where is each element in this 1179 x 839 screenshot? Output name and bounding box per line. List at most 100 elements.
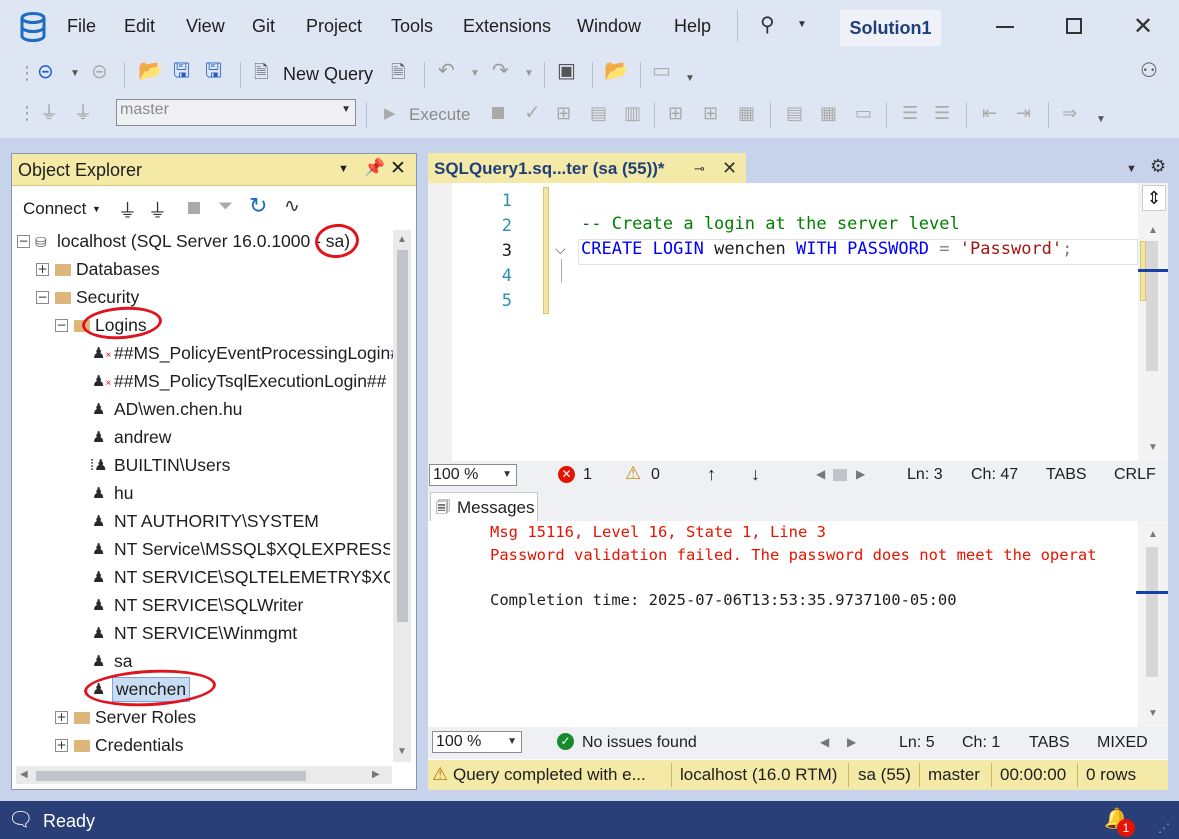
expand-server-roles-icon[interactable]: + [55, 711, 68, 724]
line-ending-indicator[interactable]: MIXED [1097, 734, 1148, 752]
results-to-text-icon[interactable]: ▤ [786, 102, 803, 124]
collapse-region-icon[interactable]: ⌵ [555, 241, 566, 258]
query-options-icon[interactable]: ▤ [590, 102, 607, 124]
login-item[interactable]: BUILTIN\Users [114, 455, 230, 476]
split-editor-icon[interactable]: ⇕ [1142, 185, 1166, 211]
collapse-logins-icon[interactable]: − [55, 319, 68, 332]
comment-icon[interactable]: ☰ [902, 102, 918, 124]
warning-icon[interactable]: ⚠ [625, 463, 641, 484]
scroll-up-icon[interactable]: ▲ [397, 234, 407, 245]
live-share-icon[interactable]: ⚇ [1140, 60, 1158, 82]
tree-server-roles[interactable]: Server Roles [95, 707, 196, 728]
scrollbar-thumb[interactable] [1146, 241, 1158, 371]
tabs-indicator[interactable]: TABS [1046, 466, 1087, 484]
search-dropdown-icon[interactable]: ▼ [797, 19, 807, 30]
menu-view[interactable]: View [186, 16, 225, 37]
toolbar-overflow-icon[interactable]: ▼ [685, 68, 695, 90]
window-layout-icon[interactable]: ▭ [652, 60, 671, 82]
scrollbar-thumb[interactable] [397, 250, 408, 622]
settings-gear-icon[interactable]: ⚙ [1150, 156, 1166, 177]
messages-pane[interactable]: Msg 15116, Level 16, State 1, Line 3 Pas… [428, 521, 1168, 727]
scroll-down-icon[interactable]: ▼ [1148, 708, 1158, 719]
menu-file[interactable]: File [67, 16, 96, 37]
pin-icon[interactable]: 📌 [364, 158, 385, 178]
tab-pin-icon[interactable]: ⊸ [694, 161, 705, 177]
database-query-icon[interactable]: 🗎 [391, 61, 405, 83]
new-query-button[interactable]: New Query [283, 64, 373, 85]
tree-security[interactable]: Security [76, 287, 139, 308]
zoom-select[interactable]: 100 % ▼ [429, 464, 517, 486]
undo-icon[interactable]: ↶ [438, 60, 455, 82]
connect-dropdown-icon[interactable]: ▼ [92, 204, 101, 214]
disconnect-plug-icon[interactable]: ⏚ [74, 102, 92, 124]
tabs-indicator[interactable]: TABS [1029, 734, 1070, 752]
expand-databases-icon[interactable]: + [36, 263, 49, 276]
back-dropdown-icon[interactable]: ▼ [70, 63, 80, 85]
previous-issue-icon[interactable]: ↑ [707, 464, 716, 485]
login-item[interactable]: hu [114, 483, 133, 504]
connect-plug-icon[interactable]: ⏚ [40, 102, 58, 124]
client-stats-icon[interactable]: ▦ [738, 102, 755, 124]
login-item[interactable]: sa [114, 651, 132, 672]
scroll-left-icon[interactable]: ◀ [816, 467, 825, 481]
login-item[interactable]: NT AUTHORITY\SYSTEM [114, 511, 319, 532]
messages-zoom-select[interactable]: 100 % ▼ [432, 731, 522, 753]
error-count[interactable]: 1 [583, 466, 592, 484]
open-file-icon[interactable]: 📂 [138, 60, 163, 82]
connect-button[interactable]: Connect [23, 199, 86, 219]
tab-close-icon[interactable]: ✕ [722, 158, 737, 179]
include-actual-plan-icon[interactable]: ⊞ [668, 102, 683, 124]
tab-messages[interactable]: 🗐 Messages [430, 492, 538, 521]
connect-plug-icon[interactable]: ⏚ [118, 196, 137, 223]
login-item[interactable]: NT SERVICE\Winmgmt [114, 623, 297, 644]
output-icon[interactable]: 🗨 [8, 807, 33, 832]
login-item[interactable]: AD\wen.chen.hu [114, 399, 242, 420]
error-icon[interactable]: ✕ [558, 466, 575, 483]
redo-icon[interactable]: ↷ [492, 60, 509, 82]
scroll-up-icon[interactable]: ▲ [1148, 225, 1158, 236]
tree-databases[interactable]: Databases [76, 259, 160, 280]
code-area[interactable]: 1 2 3 4 5 ⌵ -- Create a login at the ser… [428, 183, 1168, 461]
results-to-file-icon[interactable]: ▭ [855, 102, 872, 124]
cancel-query-icon[interactable] [492, 107, 504, 119]
intellisense-icon[interactable]: ▥ [624, 102, 641, 124]
uncomment-icon[interactable]: ☰ [934, 102, 950, 124]
close-panel-icon[interactable]: ✕ [390, 157, 406, 180]
scroll-left-icon[interactable]: ◀ [20, 769, 28, 780]
login-item[interactable]: NT Service\MSSQL$XQLEXPRESS03 [114, 539, 390, 560]
toolbar-overflow-icon[interactable]: ▼ [1096, 109, 1106, 131]
tab-list-icon[interactable]: ▼ [1126, 163, 1137, 175]
stop-icon[interactable] [188, 202, 200, 214]
display-plan-icon[interactable]: ⊞ [556, 102, 571, 124]
increase-indent-icon[interactable]: ⇥ [1016, 102, 1031, 124]
navigate-forward-icon[interactable]: ⊝ [91, 61, 108, 83]
results-to-grid-icon[interactable]: ▦ [820, 102, 837, 124]
live-stats-icon[interactable]: ⊞ [703, 102, 718, 124]
search-icon[interactable]: ⚲ [760, 12, 775, 37]
specify-values-icon[interactable]: ⇒ [1062, 102, 1077, 124]
tree-credentials[interactable]: Credentials [95, 735, 184, 756]
scroll-right-icon[interactable]: ▶ [847, 735, 856, 749]
find-in-files-icon[interactable]: 📂 [604, 60, 629, 82]
execute-icon[interactable]: ▶ [384, 103, 396, 125]
expand-credentials-icon[interactable]: + [55, 739, 68, 752]
filter-icon[interactable]: ⏷ [218, 196, 233, 218]
maximize-button[interactable] [1066, 18, 1082, 34]
scroll-right-icon[interactable]: ▶ [372, 769, 380, 780]
next-issue-icon[interactable]: ↓ [751, 464, 760, 485]
menu-tools[interactable]: Tools [391, 16, 433, 37]
save-icon[interactable]: 🖫 [173, 60, 190, 82]
login-item[interactable]: NT SERVICE\SQLTELEMETRY$XQLEX [114, 567, 390, 588]
hscroll-thumb[interactable] [833, 469, 847, 481]
minimize-button[interactable] [996, 26, 1014, 28]
refresh-icon[interactable]: ↻ [249, 193, 267, 219]
menu-edit[interactable]: Edit [124, 16, 155, 37]
menu-project[interactable]: Project [306, 16, 362, 37]
login-item[interactable]: andrew [114, 427, 171, 448]
menu-help[interactable]: Help [674, 16, 711, 37]
close-button[interactable]: ✕ [1133, 12, 1153, 41]
tree-server-node[interactable]: localhost (SQL Server 16.0.1000 - sa) [57, 231, 350, 252]
undo-dropdown-icon[interactable]: ▼ [470, 63, 480, 85]
parse-icon[interactable]: ✓ [524, 102, 541, 124]
navigate-back-icon[interactable]: ⊝ [37, 61, 54, 83]
